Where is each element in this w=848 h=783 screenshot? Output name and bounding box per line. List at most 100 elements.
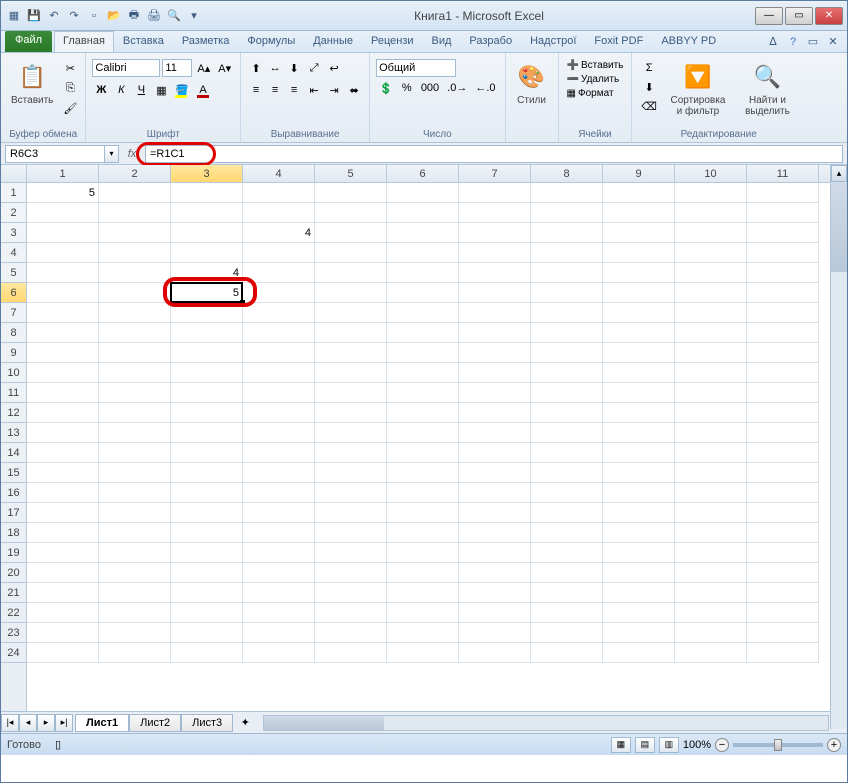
cell[interactable] bbox=[171, 563, 243, 583]
cell[interactable] bbox=[171, 423, 243, 443]
cell[interactable] bbox=[243, 183, 315, 203]
orientation-icon[interactable]: ⤢ bbox=[305, 59, 323, 77]
tab-abbyy[interactable]: ABBYY PD bbox=[652, 31, 725, 52]
cell[interactable] bbox=[675, 223, 747, 243]
cell[interactable] bbox=[27, 483, 99, 503]
shrink-font-icon[interactable]: A▾ bbox=[215, 59, 234, 77]
cell[interactable] bbox=[99, 503, 171, 523]
maximize-button[interactable]: ▭ bbox=[785, 7, 813, 25]
delete-cells-button[interactable]: ➖Удалить bbox=[565, 73, 626, 86]
cell[interactable] bbox=[99, 443, 171, 463]
cell[interactable] bbox=[99, 363, 171, 383]
cell[interactable] bbox=[387, 403, 459, 423]
cell[interactable] bbox=[603, 623, 675, 643]
cell[interactable] bbox=[171, 203, 243, 223]
row-header[interactable]: 19 bbox=[1, 543, 26, 563]
cell[interactable] bbox=[675, 563, 747, 583]
cell[interactable] bbox=[675, 183, 747, 203]
cell[interactable] bbox=[459, 223, 531, 243]
page-layout-view-icon[interactable]: ▤ bbox=[635, 737, 655, 753]
cell[interactable] bbox=[531, 643, 603, 663]
format-cells-button[interactable]: ▦Формат bbox=[565, 87, 626, 100]
cell[interactable] bbox=[603, 563, 675, 583]
cell[interactable] bbox=[171, 403, 243, 423]
format-painter-icon[interactable]: 🖌 bbox=[61, 99, 79, 117]
cell[interactable] bbox=[99, 223, 171, 243]
cell[interactable] bbox=[603, 343, 675, 363]
cell[interactable] bbox=[243, 303, 315, 323]
italic-button[interactable]: К bbox=[112, 81, 130, 99]
cell[interactable] bbox=[675, 603, 747, 623]
cell[interactable] bbox=[603, 383, 675, 403]
cell[interactable] bbox=[675, 543, 747, 563]
cell[interactable] bbox=[459, 303, 531, 323]
cell[interactable] bbox=[171, 443, 243, 463]
zoom-out-button[interactable]: − bbox=[715, 738, 729, 752]
hscroll-thumb[interactable] bbox=[264, 716, 384, 730]
align-bottom-icon[interactable]: ⬇ bbox=[285, 59, 303, 77]
cell[interactable] bbox=[243, 403, 315, 423]
cell[interactable] bbox=[531, 383, 603, 403]
cell[interactable] bbox=[747, 483, 819, 503]
cell[interactable] bbox=[747, 283, 819, 303]
cell[interactable] bbox=[387, 623, 459, 643]
cell[interactable] bbox=[315, 303, 387, 323]
row-header[interactable]: 17 bbox=[1, 503, 26, 523]
tab-formulas[interactable]: Формулы bbox=[238, 31, 304, 52]
cell[interactable] bbox=[27, 423, 99, 443]
cell[interactable] bbox=[603, 463, 675, 483]
cell[interactable] bbox=[603, 223, 675, 243]
cell[interactable] bbox=[747, 603, 819, 623]
comma-icon[interactable]: 000 bbox=[418, 79, 442, 97]
cell[interactable] bbox=[747, 183, 819, 203]
cell[interactable] bbox=[99, 463, 171, 483]
cell[interactable] bbox=[747, 503, 819, 523]
cell[interactable] bbox=[531, 343, 603, 363]
cell[interactable] bbox=[531, 243, 603, 263]
zoom-thumb[interactable] bbox=[774, 739, 782, 751]
font-name-select[interactable] bbox=[92, 59, 160, 77]
cell[interactable] bbox=[315, 203, 387, 223]
cell[interactable] bbox=[459, 403, 531, 423]
cell[interactable] bbox=[747, 203, 819, 223]
cell[interactable] bbox=[387, 223, 459, 243]
cell[interactable] bbox=[531, 283, 603, 303]
cell[interactable] bbox=[171, 523, 243, 543]
cell[interactable] bbox=[315, 503, 387, 523]
cell[interactable] bbox=[747, 643, 819, 663]
cell[interactable] bbox=[531, 443, 603, 463]
cell[interactable] bbox=[747, 583, 819, 603]
cell[interactable] bbox=[675, 643, 747, 663]
cell[interactable] bbox=[243, 383, 315, 403]
cell[interactable] bbox=[27, 403, 99, 423]
cell[interactable] bbox=[243, 283, 315, 303]
cell[interactable] bbox=[747, 563, 819, 583]
merge-button[interactable]: ⬌ bbox=[345, 81, 363, 99]
row-header[interactable]: 6 bbox=[1, 283, 26, 303]
cell[interactable] bbox=[315, 463, 387, 483]
help-icon[interactable]: ? bbox=[785, 34, 801, 50]
print-icon[interactable]: 🖶 bbox=[125, 7, 143, 25]
cell[interactable] bbox=[459, 363, 531, 383]
cell[interactable] bbox=[459, 623, 531, 643]
select-all-corner[interactable] bbox=[1, 165, 27, 182]
cell[interactable] bbox=[531, 223, 603, 243]
cell[interactable] bbox=[675, 503, 747, 523]
cell[interactable] bbox=[99, 603, 171, 623]
cell[interactable] bbox=[315, 363, 387, 383]
sheet-tab[interactable]: Лист1 bbox=[75, 714, 129, 732]
redo-icon[interactable]: ↷ bbox=[65, 7, 83, 25]
cell[interactable] bbox=[27, 463, 99, 483]
cell[interactable] bbox=[171, 543, 243, 563]
col-header[interactable]: 8 bbox=[531, 165, 603, 182]
cell[interactable] bbox=[315, 583, 387, 603]
zoom-slider[interactable] bbox=[733, 743, 823, 747]
cell[interactable]: 4 bbox=[243, 223, 315, 243]
align-center-icon[interactable]: ≡ bbox=[266, 81, 284, 99]
cell[interactable]: 4 bbox=[171, 263, 243, 283]
cell[interactable] bbox=[99, 423, 171, 443]
cell[interactable] bbox=[99, 583, 171, 603]
cell[interactable] bbox=[99, 643, 171, 663]
cell[interactable] bbox=[603, 523, 675, 543]
cell[interactable] bbox=[27, 343, 99, 363]
